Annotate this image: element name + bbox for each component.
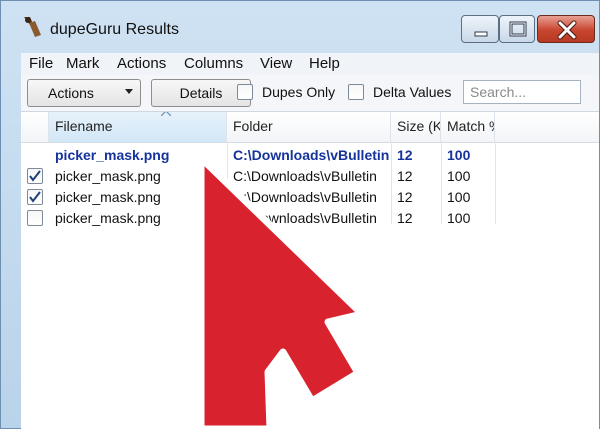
header-filename[interactable]: Filename	[49, 112, 227, 142]
header-check-column	[21, 112, 49, 142]
cell-filename: picker_mask.png	[55, 210, 161, 226]
cell-match: 100	[447, 168, 471, 184]
header-filename-label: Filename	[55, 118, 113, 134]
sort-ascending-icon	[161, 112, 171, 116]
delta-values-checkbox[interactable]	[348, 84, 364, 100]
minimize-icon	[474, 31, 488, 37]
delta-values-label: Delta Values	[373, 84, 452, 100]
header-size[interactable]: Size (KB)	[391, 112, 441, 142]
details-button-label: Details	[179, 85, 223, 101]
cell-size: 12	[397, 147, 413, 163]
cell-match: 100	[447, 210, 471, 226]
header-folder[interactable]: Folder	[227, 112, 391, 142]
maximize-icon	[509, 21, 527, 37]
table-header: Filename Folder Size (KB) Match %	[21, 112, 599, 143]
header-match-label: Match %	[447, 118, 494, 134]
window-title: dupeGuru Results	[50, 21, 179, 38]
cell-match: 100	[447, 189, 471, 205]
menu-mark[interactable]: Mark	[66, 55, 99, 72]
cell-match: 100	[447, 147, 471, 163]
row-checkbox-checked[interactable]	[27, 189, 43, 205]
results-table: Filename Folder Size (KB) Match % picker…	[21, 111, 599, 431]
table-row[interactable]: picker_mask.png C:\Downloads\vBulletin 1…	[21, 208, 599, 229]
cell-filename: picker_mask.png	[55, 168, 161, 184]
title-bar[interactable]: dupeGuru Results	[1, 1, 599, 53]
menu-bar: File Mark Actions Columns View Help	[21, 53, 599, 76]
cell-filename: picker_mask.png	[55, 189, 161, 205]
cell-filename: picker_mask.png	[55, 147, 170, 163]
row-checkbox-unchecked[interactable]	[27, 210, 43, 226]
cell-size: 12	[397, 168, 413, 184]
row-checkbox-checked[interactable]	[27, 168, 43, 184]
header-folder-label: Folder	[233, 118, 273, 134]
table-row[interactable]: picker_mask.png C:\Downloads\vBulletin 1…	[21, 166, 599, 187]
cell-size: 12	[397, 210, 413, 226]
details-button[interactable]: Details	[151, 79, 251, 107]
actions-dropdown-button[interactable]: Actions	[27, 79, 141, 107]
menu-actions[interactable]: Actions	[117, 55, 166, 72]
toolbar: Actions Details Dupes Only Delta Values	[21, 75, 599, 111]
header-size-label: Size (KB)	[397, 118, 441, 134]
dupes-only-label: Dupes Only	[262, 84, 336, 100]
cell-folder: C:\Downloads\vBulletin	[233, 168, 377, 184]
search-input[interactable]	[463, 80, 581, 104]
cell-size: 12	[397, 189, 413, 205]
cell-folder: C:\Downloads\vBulletin	[233, 189, 377, 205]
actions-button-label: Actions	[48, 85, 94, 101]
close-icon	[557, 20, 577, 40]
table-row[interactable]: picker_mask.png C:\Downloads\vBulletin 1…	[21, 187, 599, 208]
menu-file[interactable]: File	[29, 55, 53, 72]
checkmark-icon	[29, 170, 41, 182]
maximize-button[interactable]	[499, 15, 535, 43]
table-row-group-reference[interactable]: picker_mask.png C:\Downloads\vBulletin 1…	[21, 145, 599, 166]
dupeguru-app-icon	[24, 17, 41, 37]
checkmark-icon	[29, 191, 41, 203]
dupeguru-window: dupeGuru Results File Mark Actions Colum…	[0, 0, 600, 431]
menu-help[interactable]: Help	[309, 55, 340, 72]
cell-folder: C:\Downloads\vBulletin	[233, 147, 390, 163]
minimize-button[interactable]	[461, 15, 499, 43]
menu-view[interactable]: View	[260, 55, 292, 72]
cell-folder: C:\Downloads\vBulletin	[233, 210, 377, 226]
menu-columns[interactable]: Columns	[184, 55, 243, 72]
header-match[interactable]: Match %	[441, 112, 495, 142]
dupes-only-checkbox[interactable]	[237, 84, 253, 100]
chevron-down-icon	[125, 89, 133, 94]
close-button[interactable]	[537, 15, 595, 43]
